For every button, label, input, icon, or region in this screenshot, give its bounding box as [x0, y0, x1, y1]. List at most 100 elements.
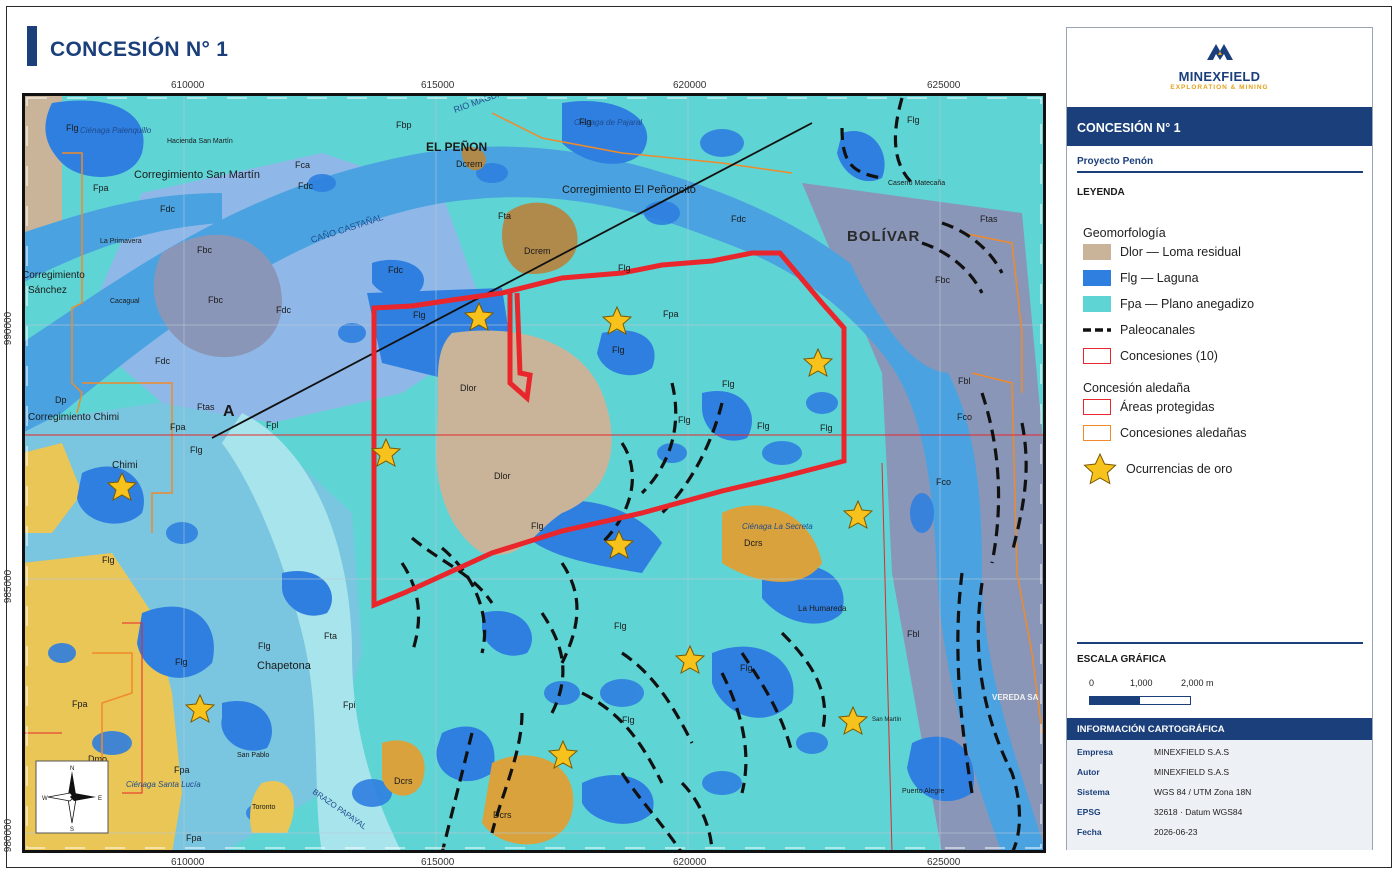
unit-fbp: Fbp — [396, 120, 412, 130]
unit-fpa: Fpa — [186, 833, 202, 843]
dcrs-unit-south — [482, 755, 574, 845]
panel-header: CONCESIÓN N° 1 — [1067, 107, 1372, 146]
legend-heading: LEYENDA — [1077, 187, 1125, 198]
unit-flg: Flg — [531, 521, 544, 531]
label-caserio: Caserío Matecaña — [888, 180, 945, 187]
scale-bar — [1089, 696, 1191, 705]
info-value: MINEXFIELD S.A.S — [1154, 747, 1230, 757]
legend-item-concessions: Concesiones (10) — [1083, 346, 1218, 366]
info-key: Empresa — [1077, 747, 1113, 757]
scale-label-2000: 2,000 m — [1181, 678, 1214, 688]
unit-dcrem: Dcrem — [456, 159, 483, 169]
unit-flg: Flg — [678, 415, 691, 425]
unit-fbc: Fbc — [197, 245, 213, 255]
svg-text:E: E — [98, 796, 102, 802]
unit-fdc: Fdc — [276, 305, 292, 315]
info-heading: INFORMACIÓN CARTOGRÁFICA — [1067, 718, 1372, 740]
y-tick-left: 985000 — [3, 569, 15, 604]
legend-item-flg: Flg — Laguna — [1083, 268, 1199, 288]
swatch-concession — [1083, 348, 1111, 364]
swatch-neighbor — [1083, 425, 1111, 441]
swatch-paleochannel — [1083, 328, 1111, 332]
label-penoncito: Corregimiento El Peñoncito — [562, 184, 696, 196]
divider — [1077, 642, 1363, 644]
unit-fpa: Fpa — [72, 699, 88, 709]
info-value: 32618 · Datum WGS84 — [1154, 807, 1243, 817]
swatch-flg — [1083, 270, 1111, 286]
unit-flg: Flg — [413, 310, 426, 320]
unit-dcrs: Dcrs — [394, 776, 413, 786]
info-value: WGS 84 / UTM Zona 18N — [1154, 787, 1252, 797]
x-tick-bottom: 625000 — [927, 857, 961, 868]
unit-flg: Flg — [175, 657, 188, 667]
unit-fbc: Fbc — [208, 295, 224, 305]
unit-fbc: Fbc — [935, 275, 951, 285]
legend-item-dlor: Dlor — Loma residual — [1083, 242, 1241, 262]
legend-geomorph-title: Geomorfología — [1083, 226, 1166, 240]
y-tick-left: 990000 — [3, 311, 15, 346]
unit-dlor: Dlor — [494, 471, 511, 481]
legend-label: Ocurrencias de oro — [1126, 462, 1233, 476]
unit-flg: Flg — [579, 117, 592, 127]
unit-fdc: Fdc — [731, 214, 747, 224]
scale-bar-fill — [1090, 697, 1140, 704]
unit-dcrs: Dcrs — [493, 810, 512, 820]
swatch-protected — [1083, 399, 1111, 415]
unit-dcrem: Dcrem — [524, 246, 551, 256]
unit-flg: Flg — [622, 715, 635, 725]
unit-fdc: Fdc — [298, 181, 314, 191]
x-tick-top: 620000 — [673, 80, 707, 91]
legend-item-gold: Ocurrencias de oro — [1083, 453, 1233, 485]
x-tick-top: 615000 — [421, 80, 455, 91]
scale-label-1000: 1,000 — [1130, 678, 1153, 688]
unit-fta: Fta — [498, 211, 511, 221]
unit-dcrs: Dcrs — [744, 538, 763, 548]
legend-label: Dlor — Loma residual — [1120, 245, 1241, 259]
svg-text:N: N — [70, 766, 74, 772]
x-tick-bottom: 610000 — [171, 857, 205, 868]
mountain-icon — [1206, 44, 1233, 60]
label-corregimiento: Corregimiento — [22, 270, 85, 281]
label-sanchez: Sánchez — [28, 285, 67, 296]
label-vereda: VEREDA SA — [992, 693, 1039, 702]
info-key: Autor — [1077, 767, 1100, 777]
unit-flg: Flg — [618, 263, 631, 273]
x-tick-top: 625000 — [927, 80, 961, 91]
info-key: EPSG — [1077, 807, 1101, 817]
page-title: CONCESIÓN N° 1 — [50, 38, 229, 61]
svg-text:S: S — [70, 827, 74, 833]
unit-flg: Flg — [258, 641, 271, 651]
unit-flg: Flg — [102, 555, 115, 565]
dcrem-hill — [502, 202, 578, 274]
legend-label: Concesiones aledañas — [1120, 426, 1247, 440]
info-key: Fecha — [1077, 827, 1102, 837]
unit-fco: Fco — [957, 412, 972, 422]
label-bolivar: BOLÍVAR — [847, 228, 920, 245]
x-tick-bottom: 615000 — [421, 857, 455, 868]
label-corr-chimi: Corregimiento Chimi — [28, 412, 119, 423]
swatch-dlor — [1083, 244, 1111, 260]
unit-flg: Flg — [907, 115, 920, 125]
y-tick-left: 980000 — [3, 818, 15, 853]
project-name: Proyecto Penón — [1077, 156, 1154, 167]
x-tick-top: 610000 — [171, 80, 205, 91]
unit-fbl: Fbl — [907, 629, 920, 639]
unit-flg: Flg — [66, 123, 79, 133]
unit-fta: Fta — [324, 631, 337, 641]
label-la-primavera: La Primavera — [100, 238, 142, 245]
unit-fpi: Fpi — [343, 700, 356, 710]
scale-label-0: 0 — [1089, 678, 1095, 688]
unit-flg: Flg — [820, 423, 833, 433]
swatch-fpa — [1083, 296, 1111, 312]
unit-fpa: Fpa — [93, 183, 109, 193]
map-canvas[interactable]: EL PEÑON BOLÍVAR Corregimiento El Peñonc… — [22, 93, 1046, 853]
x-tick-bottom: 620000 — [673, 857, 707, 868]
legend-item-neighbors: Concesiones aledañas — [1083, 423, 1246, 443]
logo-name: MINEXFIELD — [1178, 69, 1261, 84]
title-accent — [27, 26, 37, 66]
label-chimi: Chimi — [112, 460, 138, 471]
unit-fbl: Fbl — [958, 376, 971, 386]
legend-label: Flg — Laguna — [1120, 271, 1199, 285]
label-a: A — [223, 403, 235, 420]
unit-flg: Flg — [612, 345, 625, 355]
